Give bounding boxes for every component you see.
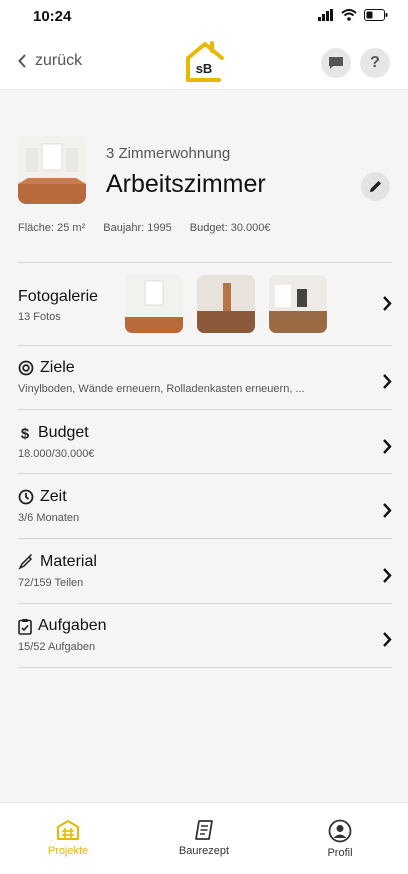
tasks-summary: 15/52 Aufgaben [18, 641, 96, 653]
divider [18, 409, 392, 410]
goals-summary: Vinylboden, Wände erneuern, Rolladenkast… [18, 383, 305, 395]
area-fact: Fläche: 25 m² [18, 222, 86, 234]
battery-icon [364, 9, 388, 21]
edit-button[interactable] [361, 172, 390, 201]
divider [18, 262, 392, 263]
chevron-right-icon [383, 503, 392, 518]
tab-label: Projekte [47, 845, 89, 857]
wifi-icon [341, 9, 357, 21]
divider [18, 667, 392, 668]
tab-recipe[interactable]: Baurezept [136, 803, 272, 874]
dollar-icon: $ [21, 426, 30, 442]
back-button[interactable]: zurück [18, 52, 82, 70]
room-facts: Fläche: 25 m² Baujahr: 1995 Budget: 30.0… [18, 222, 271, 234]
svg-text:$: $ [21, 426, 30, 442]
gallery-photo[interactable] [269, 275, 327, 333]
tasks-row[interactable]: Aufgaben 15/52 Aufgaben [18, 617, 392, 653]
header: zurück sB ? [0, 34, 408, 90]
divider [18, 603, 392, 604]
time-summary: 3/6 Monaten [18, 512, 80, 524]
budget-title: Budget [38, 424, 89, 441]
tab-profile[interactable]: Profil [272, 803, 408, 874]
budget-row[interactable]: $ Budget 18.000/30.000€ [18, 424, 392, 460]
chevron-left-icon [18, 54, 26, 68]
chat-button[interactable] [321, 48, 351, 78]
tab-label: Baurezept [178, 845, 230, 857]
gallery-row[interactable]: Fotogalerie 13 Fotos [18, 275, 392, 333]
recipe-icon [195, 820, 213, 840]
divider [18, 345, 392, 346]
logo[interactable]: sB [185, 40, 225, 84]
tab-label: Profil [327, 847, 353, 859]
budget-fact: Budget: 30.000€ [189, 222, 271, 234]
gallery-title: Fotogalerie [18, 288, 99, 305]
gallery-count: 13 Fotos [18, 311, 61, 323]
divider [18, 473, 392, 474]
brush-icon [18, 554, 33, 570]
material-summary: 72/159 Teilen [18, 577, 84, 589]
time-title: Zeit [40, 488, 67, 505]
tab-bar: Projekte Baurezept Profil [0, 802, 408, 874]
signal-icon [318, 9, 333, 21]
material-title: Material [40, 553, 97, 570]
target-icon [18, 360, 34, 376]
status-bar: 10:24 [0, 0, 408, 34]
status-time: 10:24 [33, 8, 72, 25]
year-fact: Baujahr: 1995 [103, 222, 172, 234]
goals-title: Ziele [40, 359, 75, 376]
logo-text: sB [196, 61, 213, 76]
gallery-photo[interactable] [197, 275, 255, 333]
goals-row[interactable]: Ziele Vinylboden, Wände erneuern, Rollad… [18, 359, 392, 395]
profile-icon [328, 819, 352, 843]
chevron-right-icon [383, 296, 392, 311]
pencil-icon [370, 181, 381, 192]
chat-icon [329, 57, 343, 69]
clipboard-check-icon [18, 618, 32, 635]
tab-projects[interactable]: Projekte [0, 803, 136, 874]
status-icons [318, 9, 388, 21]
back-label: zurück [35, 52, 83, 69]
time-row[interactable]: Zeit 3/6 Monaten [18, 488, 392, 524]
tasks-title: Aufgaben [38, 617, 107, 634]
room-subtitle: 3 Zimmerwohnung [106, 145, 231, 162]
chevron-right-icon [383, 439, 392, 454]
divider [18, 538, 392, 539]
budget-summary: 18.000/30.000€ [18, 448, 95, 460]
chevron-right-icon [383, 374, 392, 389]
projects-icon [57, 820, 79, 840]
chevron-right-icon [383, 632, 392, 647]
clock-icon [18, 489, 34, 505]
help-button[interactable]: ? [360, 48, 390, 78]
chevron-right-icon [383, 568, 392, 583]
gallery-photo[interactable] [125, 275, 183, 333]
page-title: Arbeitszimmer [106, 170, 266, 198]
material-row[interactable]: Material 72/159 Teilen [18, 553, 392, 589]
room-thumbnail[interactable] [18, 136, 86, 204]
